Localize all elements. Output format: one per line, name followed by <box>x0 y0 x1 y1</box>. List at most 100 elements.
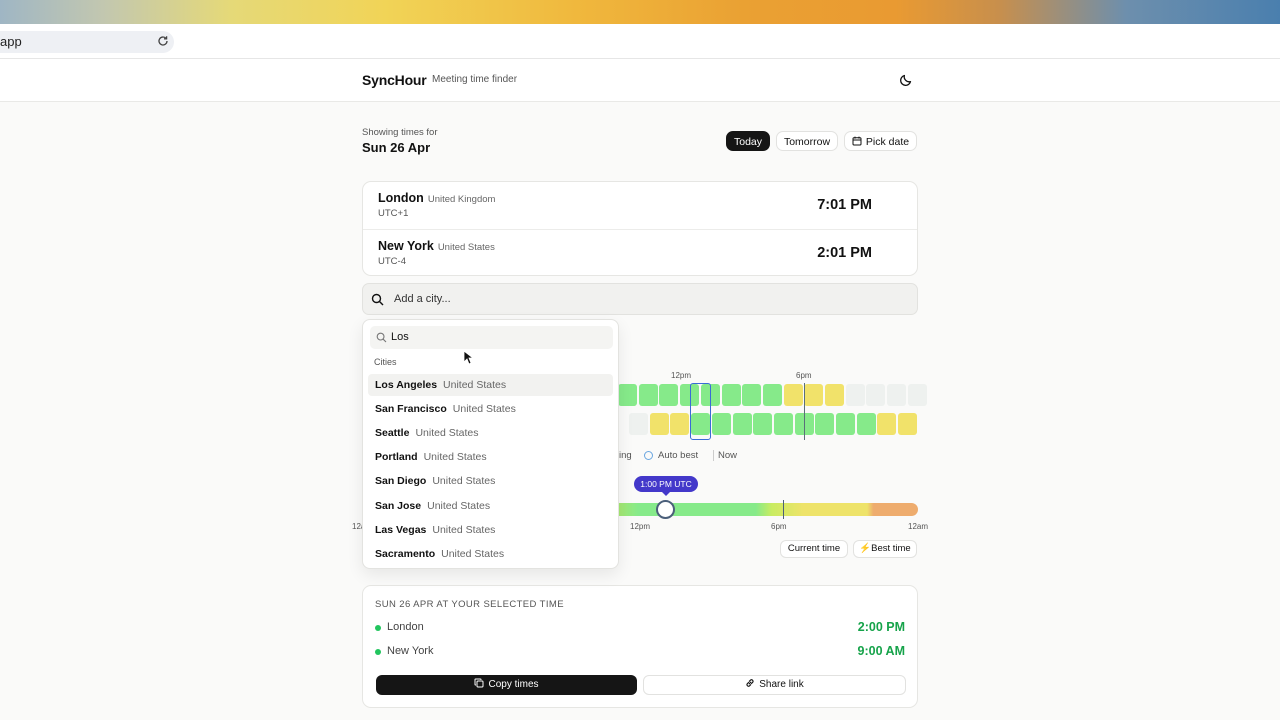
legend-divider <box>713 450 714 461</box>
hour-cell[interactable] <box>836 413 855 435</box>
app-header: SyncHour Meeting time finder <box>0 59 1280 102</box>
tomorrow-button[interactable]: Tomorrow <box>776 131 838 151</box>
city-name: London <box>378 191 424 205</box>
link-icon <box>746 679 754 687</box>
result-country: United States <box>452 403 516 416</box>
hour-cell[interactable] <box>783 384 803 406</box>
hour-cell[interactable] <box>825 384 844 406</box>
search-result-item[interactable]: San Francisco United States <box>368 398 613 420</box>
results-group-label: Cities <box>374 357 397 367</box>
result-country: United States <box>443 379 507 391</box>
time-slider-handle[interactable] <box>656 500 675 519</box>
hour-cell[interactable] <box>629 413 648 435</box>
time-slider-track[interactable] <box>600 503 918 516</box>
result-city: Sacramento <box>375 547 436 560</box>
result-country: United States <box>441 547 505 560</box>
search-result-item[interactable]: San Diego United States <box>368 470 613 492</box>
search-result-item[interactable]: Las Vegas United States <box>368 519 613 541</box>
search-result-item[interactable]: Portland United States <box>368 446 613 468</box>
utc-time-badge: 1:00 PM UTC <box>634 476 698 496</box>
search-icon <box>376 332 387 343</box>
hour-cell[interactable] <box>732 413 752 435</box>
hour-cell[interactable] <box>659 384 679 406</box>
pick-date-button[interactable]: Pick date <box>844 131 917 151</box>
result-label: Sacramento United States <box>375 548 504 560</box>
result-country: United States <box>432 523 496 536</box>
now-marker <box>804 383 805 440</box>
reload-icon[interactable] <box>157 35 169 47</box>
search-result-item[interactable]: Seattle United States <box>368 422 613 444</box>
search-icon <box>371 293 384 306</box>
hour-cell[interactable] <box>618 384 637 406</box>
hour-cell[interactable] <box>711 413 731 435</box>
mouse-cursor-icon <box>463 350 473 365</box>
hour-cell[interactable] <box>762 384 782 406</box>
summary-city: New York <box>387 645 434 657</box>
hour-cell[interactable] <box>804 384 824 406</box>
result-city: San Francisco <box>375 403 447 416</box>
search-result-item[interactable]: Los Angeles United States <box>368 374 613 396</box>
search-result-item[interactable]: Sacramento United States <box>368 543 613 565</box>
status-dot <box>375 625 381 631</box>
city-offset: UTC+1 <box>378 208 409 219</box>
hour-cell[interactable] <box>670 413 690 435</box>
status-dot <box>375 649 381 655</box>
best-time-label: Best time <box>871 543 911 554</box>
city-row-new-york[interactable]: New York United States UTC-4 2:01 PM <box>363 229 917 276</box>
address-bar[interactable]: app <box>0 31 174 53</box>
hour-cell[interactable] <box>753 413 773 435</box>
result-country: United States <box>432 475 496 488</box>
city-time: 2:01 PM <box>817 245 872 261</box>
brand-tagline: Meeting time finder <box>432 74 518 85</box>
result-label: Portland United States <box>375 451 487 463</box>
best-time-button[interactable]: ⚡Best time <box>853 540 917 558</box>
city-offset: UTC-4 <box>378 256 406 267</box>
hour-cell[interactable] <box>742 384 762 406</box>
result-city: Seattle <box>375 427 410 440</box>
slider-now-marker <box>783 500 784 519</box>
summary-row-new-york: New York 9:00 AM <box>375 644 905 662</box>
city-search-input[interactable]: Los <box>370 326 613 349</box>
result-city: Los Angeles <box>375 379 438 391</box>
share-link-button[interactable]: Share link <box>643 675 906 695</box>
hour-cell[interactable] <box>877 413 897 435</box>
result-label: Seattle United States <box>375 427 478 439</box>
legend-partial: ing <box>619 450 632 461</box>
today-button[interactable]: Today <box>726 131 770 151</box>
hour-cell[interactable] <box>856 413 876 435</box>
search-result-item[interactable]: San Jose United States <box>368 495 613 517</box>
calendar-icon <box>852 136 862 146</box>
summary-time: 9:00 AM <box>857 644 905 658</box>
result-city: Portland <box>375 451 418 464</box>
copy-times-label: Copy times <box>488 679 539 690</box>
auto-best-icon <box>644 451 653 460</box>
showing-label: Showing times for <box>362 127 438 138</box>
legend-auto-best: Auto best <box>658 450 699 461</box>
legend-now: Now <box>718 450 738 461</box>
city-country: United States <box>437 242 495 253</box>
hour-cell[interactable] <box>638 384 658 406</box>
slider-tick-6pm: 6pm <box>771 522 787 531</box>
add-city-input[interactable]: Add a city... <box>362 283 918 315</box>
hour-cell[interactable] <box>845 384 865 406</box>
hour-cell[interactable] <box>898 413 918 435</box>
pick-date-label: Pick date <box>865 136 910 148</box>
current-time-button[interactable]: Current time <box>780 540 848 558</box>
result-label: Los Angeles United States <box>375 379 506 391</box>
city-list: London United Kingdom UTC+1 7:01 PM New Y… <box>362 181 918 276</box>
hour-cell[interactable] <box>907 384 927 406</box>
result-country: United States <box>423 451 487 464</box>
hour-cell[interactable] <box>721 384 741 406</box>
address-text: app <box>0 34 22 49</box>
hour-label-6pm: 6pm <box>796 371 812 380</box>
copy-times-button[interactable]: Copy times <box>376 675 637 695</box>
result-country: United States <box>427 499 491 512</box>
moon-icon[interactable] <box>899 73 913 87</box>
hour-cell[interactable] <box>815 413 835 435</box>
city-row-london[interactable]: London United Kingdom UTC+1 7:01 PM <box>363 182 917 229</box>
hour-cell[interactable] <box>887 384 907 406</box>
hour-cell[interactable] <box>866 384 886 406</box>
hour-cell[interactable] <box>773 413 793 435</box>
hour-cell[interactable] <box>649 413 669 435</box>
result-city: San Diego <box>375 475 427 488</box>
